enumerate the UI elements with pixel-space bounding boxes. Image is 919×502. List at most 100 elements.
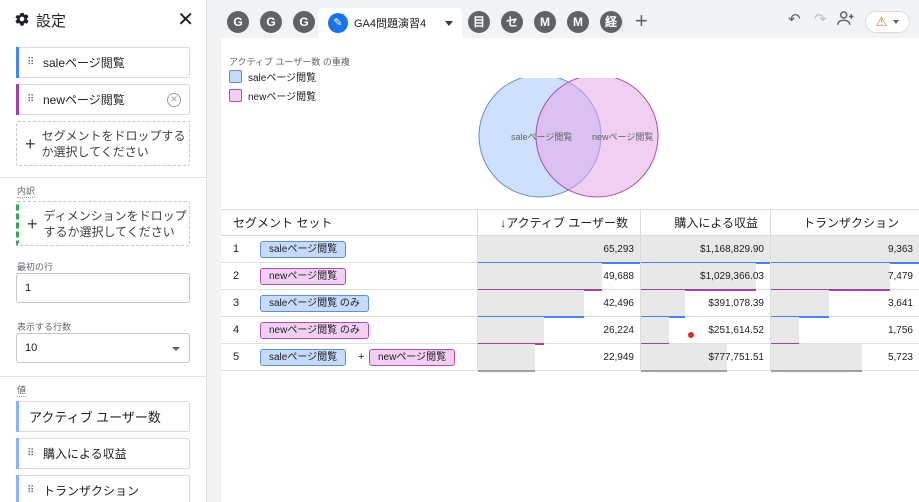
legend-item-new: newページ閲覧 <box>229 88 316 103</box>
tab-g-3[interactable]: G <box>293 11 315 33</box>
value-bar <box>771 317 799 344</box>
metric-cell-tx: 9,363 <box>770 236 919 264</box>
segment-chip-sale[interactable]: ⠿ saleページ閲覧 <box>16 47 190 78</box>
drag-handle-icon[interactable]: ⠿ <box>27 485 35 496</box>
dimension-drop-zone[interactable]: + ディメンションをドロップするか選択してください <box>16 201 190 246</box>
header-segment-set[interactable]: セグメント セット <box>233 210 332 236</box>
metric-value: 42,496 <box>603 298 634 309</box>
tab-6[interactable]: M <box>534 11 556 33</box>
results-table: セグメント セット ↓アクティブ ユーザー数 購入による収益 トランザクション … <box>221 209 919 372</box>
metric-value: 7,479 <box>887 271 913 282</box>
metric-value: 22,949 <box>603 352 634 363</box>
value-bar <box>641 317 669 344</box>
share-user-icon[interactable] <box>837 10 855 30</box>
tab-active[interactable]: ✎ GA4問題演習4 <box>318 8 462 38</box>
tab-g-2[interactable]: G <box>260 11 282 33</box>
value-line <box>771 370 863 372</box>
breakdown-label: 内訳 <box>17 186 36 198</box>
table-row[interactable]: 4 newページ閲覧 のみ 26,224 $251,614.52 1,756 <box>221 317 919 345</box>
segment-pill[interactable]: newページ閲覧 <box>260 268 347 285</box>
value-bar <box>641 290 685 317</box>
chevron-down-icon[interactable] <box>445 20 453 26</box>
row-index: 5 <box>233 351 240 363</box>
metric-cell-tx: 1,756 <box>770 317 919 345</box>
gear-icon <box>14 11 30 30</box>
segment-pill[interactable]: saleページ閲覧 <box>260 349 347 366</box>
drag-handle-icon[interactable]: ⠿ <box>27 448 35 459</box>
header-transactions[interactable]: トランザクション <box>770 210 919 236</box>
row-index: 2 <box>233 270 240 282</box>
metric-cell-revenue: $777,751.51 <box>640 344 770 372</box>
venn-diagram: saleページ閲覧 newページ閲覧 <box>478 78 659 198</box>
tab-8[interactable]: 経 <box>600 11 622 33</box>
metric-chip-active-users[interactable]: アクティブ ユーザー数 <box>16 401 190 432</box>
metric-value: $777,751.51 <box>708 352 764 363</box>
metric-cell-tx: 3,641 <box>770 290 919 318</box>
table-row[interactable]: 3 saleページ閲覧 のみ 42,496 $391,078.39 3,641 <box>221 290 919 318</box>
settings-header: 設定 ✕ <box>0 0 206 40</box>
undo-icon[interactable]: ↶ <box>788 10 801 28</box>
segment-pill[interactable]: saleページ閲覧 のみ <box>260 295 369 312</box>
chart-title: アクティブ ユーザー数 の重複 <box>229 57 350 67</box>
segment-chip-new[interactable]: ⠿ newページ閲覧 ✕ <box>16 84 190 115</box>
value-bar <box>478 290 585 317</box>
header-active-users[interactable]: ↓アクティブ ユーザー数 <box>477 210 640 236</box>
tab-5[interactable]: セ <box>501 11 523 33</box>
metric-value: 9,363 <box>887 244 913 255</box>
value-bar <box>478 317 544 344</box>
row-index: 1 <box>233 243 240 255</box>
metric-value: $251,614.52 <box>708 325 764 336</box>
table-header: セグメント セット ↓アクティブ ユーザー数 購入による収益 トランザクション <box>221 209 919 236</box>
value-bar <box>478 344 536 371</box>
row-index: 4 <box>233 324 240 336</box>
plus-icon: + <box>25 133 36 154</box>
value-bar <box>771 263 891 290</box>
metric-value: 3,641 <box>887 298 913 309</box>
metric-value: $1,168,829.90 <box>700 244 764 255</box>
metric-cell-tx: 5,723 <box>770 344 919 372</box>
add-tab-icon[interactable]: + <box>635 8 648 34</box>
settings-panel: 設定 ✕ ⠿ saleページ閲覧 ⠿ newページ閲覧 ✕ + セグメントをドロ… <box>0 0 207 502</box>
chevron-down-icon <box>172 347 180 351</box>
tab-g-1[interactable]: G <box>227 11 249 33</box>
header-revenue[interactable]: 購入による収益 <box>640 210 770 236</box>
value-line <box>478 370 536 372</box>
metric-chip-revenue[interactable]: ⠿ 購入による収益 <box>16 438 190 469</box>
metric-cell-users: 65,293 <box>477 236 641 264</box>
metric-value: 26,224 <box>603 325 634 336</box>
first-row-input[interactable]: 1 <box>16 273 190 303</box>
settings-title: 設定 <box>36 12 67 30</box>
remove-icon[interactable]: ✕ <box>167 92 181 107</box>
tab-4[interactable]: 目 <box>468 11 490 33</box>
metric-value: $1,029,366.03 <box>700 271 764 282</box>
tab-7[interactable]: M <box>567 11 589 33</box>
first-row-label: 最初の行 <box>17 262 54 274</box>
exploration-canvas: アクティブ ユーザー数 の重複 saleページ閲覧 newページ閲覧 saleペ… <box>221 38 919 502</box>
metric-value: 5,723 <box>887 352 913 363</box>
metric-cell-revenue: $1,029,366.03 <box>640 263 770 291</box>
table-row[interactable]: 1 saleページ閲覧 65,293 $1,168,829.90 9,363 <box>221 236 919 264</box>
metric-cell-revenue: $1,168,829.90 <box>640 236 771 264</box>
alert-button[interactable]: ⚠ <box>865 11 910 33</box>
metric-cell-revenue: $391,078.39 <box>640 290 770 318</box>
value-bar <box>478 263 603 290</box>
segment-pill[interactable]: saleページ閲覧 <box>260 241 347 258</box>
table-row[interactable]: 5 saleページ閲覧 newページ閲覧 +22,949 $777,751.51 5,72… <box>221 344 919 372</box>
drag-handle-icon[interactable]: ⠿ <box>27 94 35 105</box>
venn-label-new: newページ閲覧 <box>592 131 653 142</box>
segment-pill[interactable]: newページ閲覧 のみ <box>260 322 369 339</box>
segment-pill[interactable]: newページ閲覧 <box>369 349 456 366</box>
table-row[interactable]: 2 newページ閲覧 49,688 $1,029,366.03 7,479 <box>221 263 919 291</box>
legend-item-sale: saleページ閲覧 <box>229 69 316 84</box>
metric-cell-revenue: $251,614.52 <box>640 317 770 345</box>
segment-drop-zone[interactable]: + セグメントをドロップするか選択してください <box>16 121 190 166</box>
rows-select[interactable]: 10 <box>16 333 190 363</box>
metric-chip-transactions[interactable]: ⠿ トランザクション <box>16 475 190 502</box>
close-icon[interactable]: ✕ <box>177 10 194 30</box>
redo-icon[interactable]: ↷ <box>814 10 827 28</box>
segment-plus: + <box>358 351 365 363</box>
cursor-dot <box>688 332 694 338</box>
table-body: 1 saleページ閲覧 65,293 $1,168,829.90 9,363 2 newペー… <box>221 236 919 372</box>
drag-handle-icon[interactable]: ⠿ <box>27 57 35 68</box>
pencil-icon: ✎ <box>328 13 348 33</box>
